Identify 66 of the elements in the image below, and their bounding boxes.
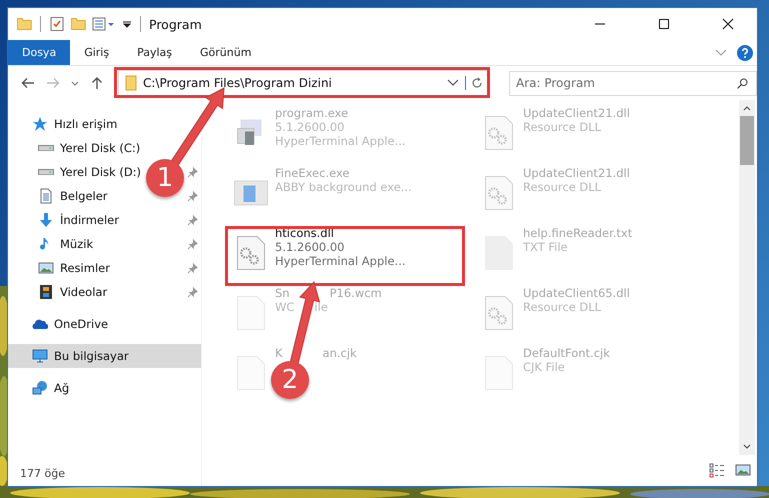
sidebar-item[interactable]: Resimler xyxy=(8,256,114,280)
drive-icon xyxy=(38,168,54,176)
network-icon xyxy=(32,380,48,396)
file-detail: Resource DLL xyxy=(523,180,602,194)
customize-arrow-icon[interactable] xyxy=(122,19,132,29)
file-detail: HyperTerminal Apple... xyxy=(275,134,406,148)
refresh-icon[interactable] xyxy=(465,76,484,90)
folder-icon xyxy=(125,75,137,91)
maximize-icon xyxy=(658,18,670,30)
sidebar-item[interactable]: Yerel Disk (C:) xyxy=(8,136,144,160)
file-detail: Resource DLL xyxy=(523,120,602,134)
ribbon-tab[interactable]: Dosya xyxy=(8,40,70,65)
item-count: 177 öğe xyxy=(19,467,66,482)
file-name[interactable]: hticons.dll xyxy=(275,226,334,240)
file-detail: TXT File xyxy=(523,240,568,254)
help-icon[interactable] xyxy=(737,44,753,60)
dropdown-icon[interactable] xyxy=(447,79,459,87)
ribbon-tab[interactable]: Giriş xyxy=(70,40,124,65)
file-detail: Resource DLL xyxy=(523,300,602,314)
file-detail: 5.1.2600.00 xyxy=(275,240,344,254)
file-detail: HyperTerminal Apple... xyxy=(275,254,406,268)
picture-icon xyxy=(38,260,54,276)
scrollbar[interactable] xyxy=(739,100,755,455)
monitor-icon xyxy=(32,348,48,364)
address-path: C:\Program Files\Program Dizini xyxy=(143,76,333,90)
close-icon xyxy=(722,18,734,30)
sidebar-item[interactable]: Müzik xyxy=(8,232,98,256)
sidebar-item[interactable]: Ağ xyxy=(8,376,74,400)
scroll-up-icon[interactable] xyxy=(742,104,752,112)
sidebar-item[interactable]: İndirmeler xyxy=(8,208,123,232)
search-icon[interactable] xyxy=(736,76,749,90)
properties-icon[interactable] xyxy=(49,16,65,32)
large-icons-view-icon[interactable] xyxy=(735,462,751,478)
pin-icon[interactable] xyxy=(187,286,198,298)
file-detail: 5.1.2600.00 xyxy=(275,120,344,134)
scroll-thumb[interactable] xyxy=(740,116,754,165)
sidebar-item[interactable]: Bu bilgisayar xyxy=(8,344,201,368)
search-field[interactable]: Ara: Program xyxy=(509,70,757,96)
file-detail: ABBY background exe... xyxy=(275,180,412,194)
pin-icon[interactable] xyxy=(187,238,198,250)
file-detail: WC xyxy=(275,300,294,314)
expand-ribbon-icon[interactable] xyxy=(715,48,727,56)
window-title: Program xyxy=(149,16,202,32)
pin-icon[interactable] xyxy=(187,166,198,178)
drive-icon xyxy=(38,144,54,152)
pin-icon[interactable] xyxy=(187,214,198,226)
document-icon xyxy=(38,188,54,204)
star-icon xyxy=(32,116,48,132)
film-icon xyxy=(38,284,54,300)
view-icon[interactable] xyxy=(92,16,116,32)
file-detail: CJK File xyxy=(523,360,565,374)
details-view-icon[interactable] xyxy=(709,462,725,478)
sidebar-item[interactable]: Belgeler xyxy=(8,184,112,208)
sidebar-item[interactable]: Videolar xyxy=(8,280,112,304)
ribbon-tab[interactable]: Paylaş xyxy=(123,40,186,65)
new-folder-icon[interactable] xyxy=(71,18,86,30)
pin-icon[interactable] xyxy=(187,190,198,202)
file-detail: ile xyxy=(314,300,328,314)
pin-icon[interactable] xyxy=(187,262,198,274)
ribbon-tab[interactable]: Görünüm xyxy=(186,40,266,65)
sidebar-item[interactable]: Yerel Disk (D:) xyxy=(8,160,146,184)
scroll-down-icon[interactable] xyxy=(742,443,752,451)
sidebar-item[interactable]: Hızlı erişim xyxy=(8,112,122,136)
folder-icon[interactable] xyxy=(17,18,32,30)
download-icon xyxy=(38,212,54,228)
sidebar-item[interactable]: OneDrive xyxy=(8,312,112,336)
